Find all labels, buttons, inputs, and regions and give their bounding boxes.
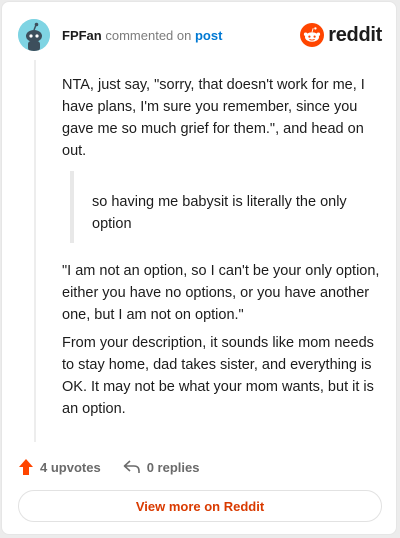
comment-paragraph-3: From your description, it sounds like mo… xyxy=(62,335,374,417)
commented-on-text: commented on xyxy=(105,28,192,43)
username-link[interactable]: FPFan xyxy=(62,28,102,43)
upvote-arrow-icon xyxy=(19,459,33,475)
blockquote: so having me babysit is literally the on… xyxy=(70,171,370,243)
comment-header: FPFan commented on post reddit xyxy=(18,18,382,52)
reddit-wordmark: reddit xyxy=(328,23,382,46)
reply-count: 0 replies xyxy=(146,459,200,475)
byline: FPFan commented on post xyxy=(62,28,222,44)
comment-actions: 4 upvotes 0 replies xyxy=(18,456,221,478)
post-link[interactable]: post xyxy=(195,28,222,43)
thread-line xyxy=(34,60,36,442)
avatar[interactable] xyxy=(18,19,50,51)
comment-paragraph-1: NTA, just say, "sorry, that doesn't work… xyxy=(62,77,365,159)
upvote-count: 4 upvotes xyxy=(40,459,101,475)
reddit-snoo-icon xyxy=(300,23,325,47)
quote-text: so having me babysit is literally the on… xyxy=(92,194,347,232)
reddit-logo[interactable]: reddit xyxy=(300,21,382,49)
upvote-action[interactable]: 4 upvotes xyxy=(18,458,101,476)
view-more-button[interactable]: View more on Reddit xyxy=(18,490,382,522)
snoo-avatar-icon xyxy=(18,19,50,51)
reply-action[interactable]: 0 replies xyxy=(123,459,200,475)
reply-arrow-icon xyxy=(123,460,140,473)
comment-embed-card: FPFan commented on post reddit NTA, just… xyxy=(1,1,397,535)
comment-paragraph-2: "I am not an option, so I can't be your … xyxy=(62,263,380,323)
